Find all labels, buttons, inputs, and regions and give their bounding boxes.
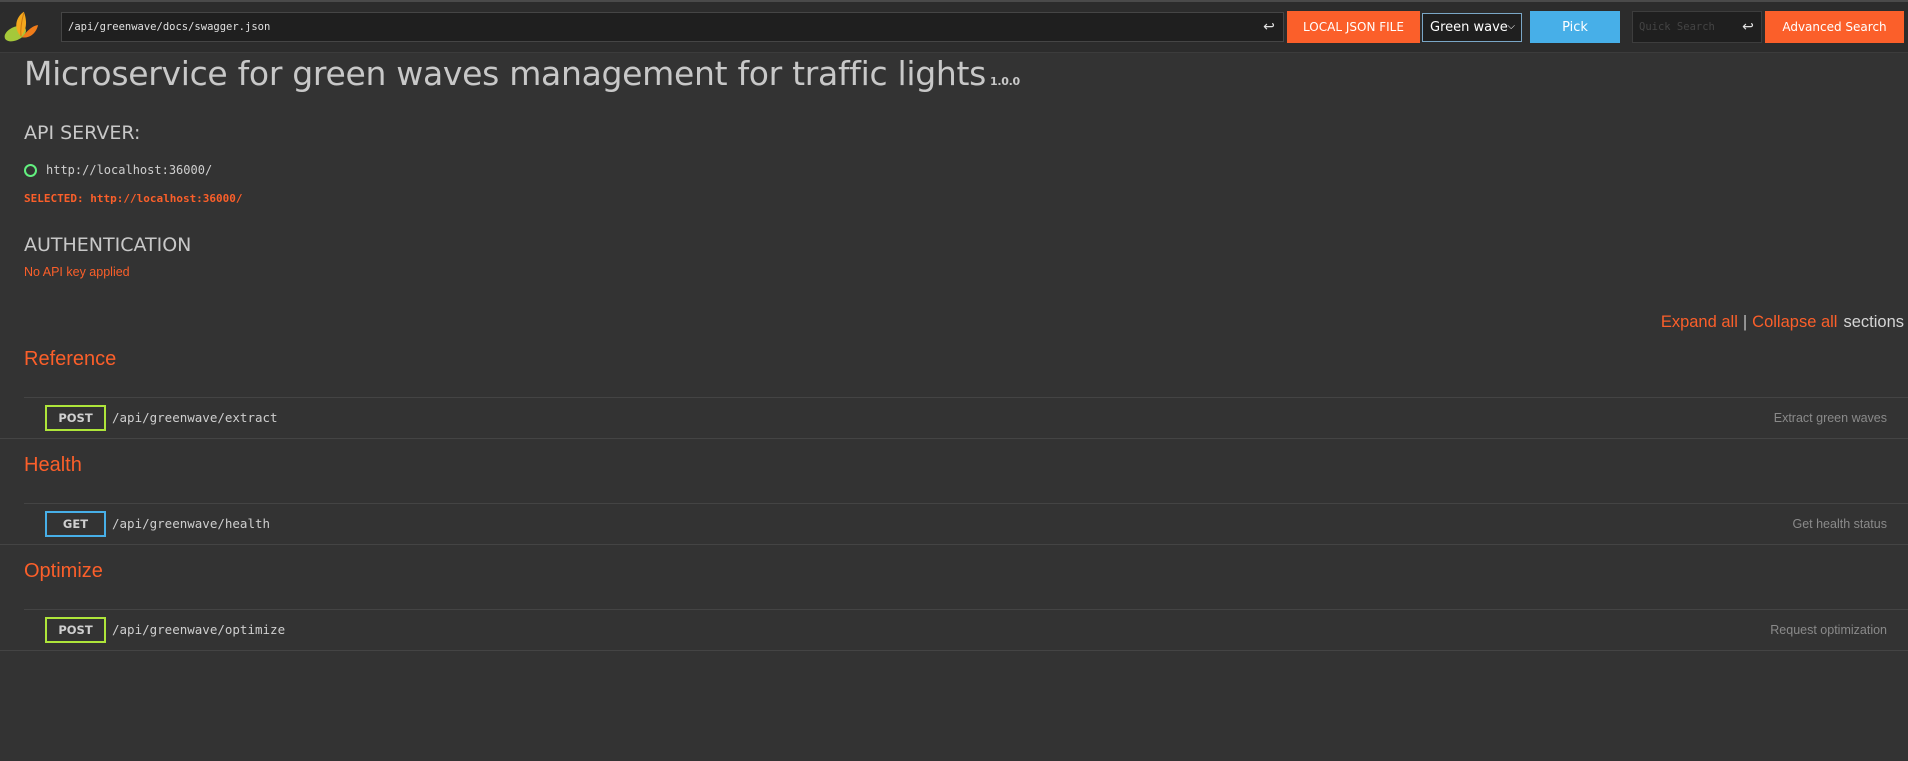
operation-row[interactable]: GET /api/greenwave/health Get health sta…	[0, 503, 1908, 545]
advanced-search-button[interactable]: Advanced Search	[1765, 11, 1904, 43]
operation-summary: Request optimization	[1770, 623, 1887, 637]
server-url: http://localhost:36000/	[46, 163, 213, 177]
operation-summary: Extract green waves	[1773, 411, 1887, 425]
operation-row[interactable]: POST /api/greenwave/extract Extract gree…	[0, 397, 1908, 439]
quick-search-field[interactable]: ↩	[1632, 11, 1762, 43]
spec-select-dropdown[interactable]: Green wave ⌵	[1422, 13, 1522, 42]
selected-server-label: SELECTED: http://localhost:36000/	[24, 192, 243, 205]
api-title-text: Microservice for green waves management …	[24, 54, 987, 93]
chevron-down-icon: ⌵	[1507, 21, 1515, 32]
leaf-logo-icon	[4, 11, 39, 42]
auth-status: No API key applied	[24, 265, 130, 279]
api-version: 1.0.0	[990, 75, 1020, 88]
operation-path: /api/greenwave/extract	[112, 410, 278, 425]
method-badge-post: POST	[45, 405, 106, 431]
api-title: Microservice for green waves management …	[24, 54, 1020, 93]
server-option[interactable]: http://localhost:36000/	[24, 163, 212, 177]
quick-search-input[interactable]	[1633, 13, 1735, 41]
expand-collapse-bar: Expand all | Collapse all sections	[1661, 313, 1904, 332]
enter-icon[interactable]: ↩	[1255, 19, 1283, 35]
operation-summary: Get health status	[1792, 517, 1887, 531]
tag-health[interactable]: Health	[24, 454, 82, 477]
separator: |	[1742, 313, 1748, 331]
local-json-file-button[interactable]: LOCAL JSON FILE	[1287, 11, 1420, 43]
spec-url-input[interactable]	[62, 13, 1255, 41]
tag-reference[interactable]: Reference	[24, 348, 116, 371]
operation-path: /api/greenwave/optimize	[112, 622, 286, 637]
spec-select-value: Green wave	[1430, 20, 1508, 35]
method-badge-post: POST	[45, 617, 106, 643]
sections-label: sections	[1843, 313, 1904, 331]
collapse-all-link[interactable]: Collapse all	[1752, 313, 1837, 331]
api-server-heading: API SERVER:	[24, 122, 141, 144]
top-bar: ↩ LOCAL JSON FILE Green wave ⌵ Pick ↩ Ad…	[0, 0, 1908, 53]
operation-path: /api/greenwave/health	[112, 516, 271, 531]
radio-selected-icon[interactable]	[24, 163, 37, 177]
expand-all-link[interactable]: Expand all	[1661, 313, 1738, 331]
method-badge-get: GET	[45, 511, 106, 537]
quick-search-enter-icon[interactable]: ↩	[1735, 19, 1761, 35]
pick-button[interactable]: Pick	[1530, 11, 1620, 43]
tag-optimize[interactable]: Optimize	[24, 560, 103, 583]
top-bar-accent-line	[0, 0, 1908, 2]
operation-row[interactable]: POST /api/greenwave/optimize Request opt…	[0, 609, 1908, 651]
spec-url-field[interactable]: ↩	[61, 12, 1284, 42]
authentication-heading: AUTHENTICATION	[24, 234, 192, 256]
